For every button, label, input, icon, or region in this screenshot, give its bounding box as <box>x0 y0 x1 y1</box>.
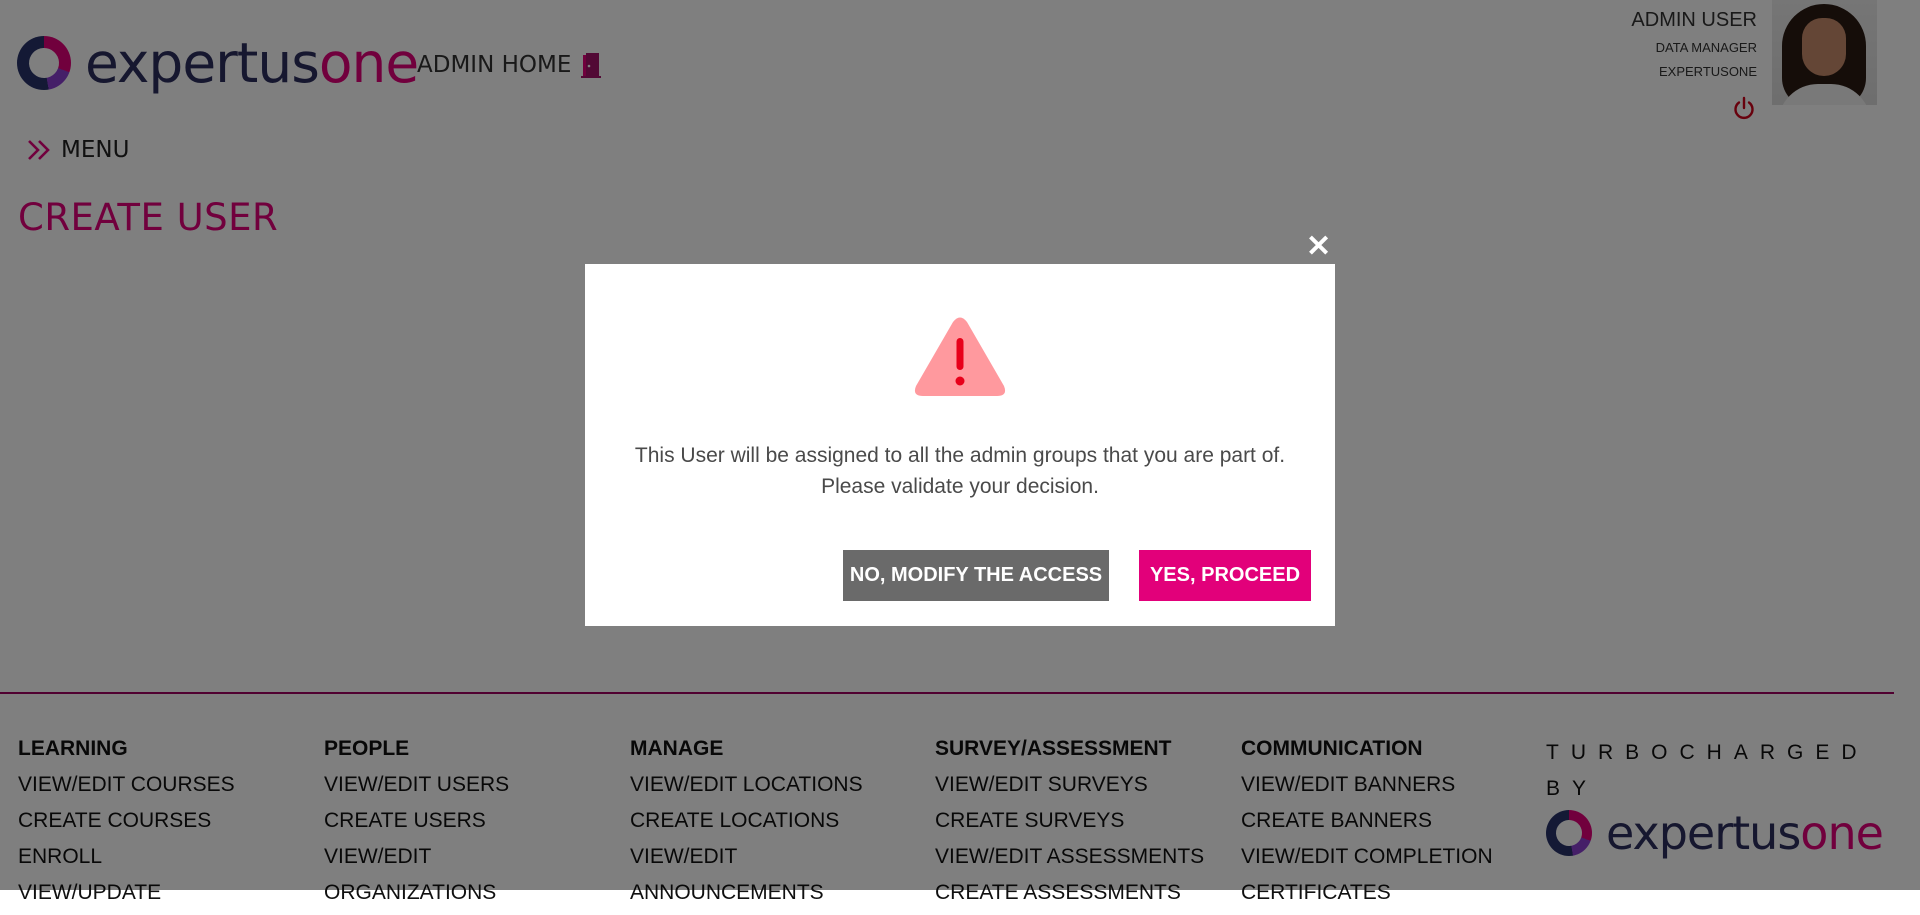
confirmation-dialog: This User will be assigned to all the ad… <box>585 264 1335 626</box>
close-icon[interactable]: ✕ <box>1306 232 1331 262</box>
dialog-message: This User will be assigned to all the ad… <box>634 444 1286 498</box>
no-modify-access-button[interactable]: NO, MODIFY THE ACCESS <box>843 550 1109 601</box>
warning-triangle-icon <box>914 317 1006 396</box>
yes-proceed-button[interactable]: YES, PROCEED <box>1139 550 1311 601</box>
